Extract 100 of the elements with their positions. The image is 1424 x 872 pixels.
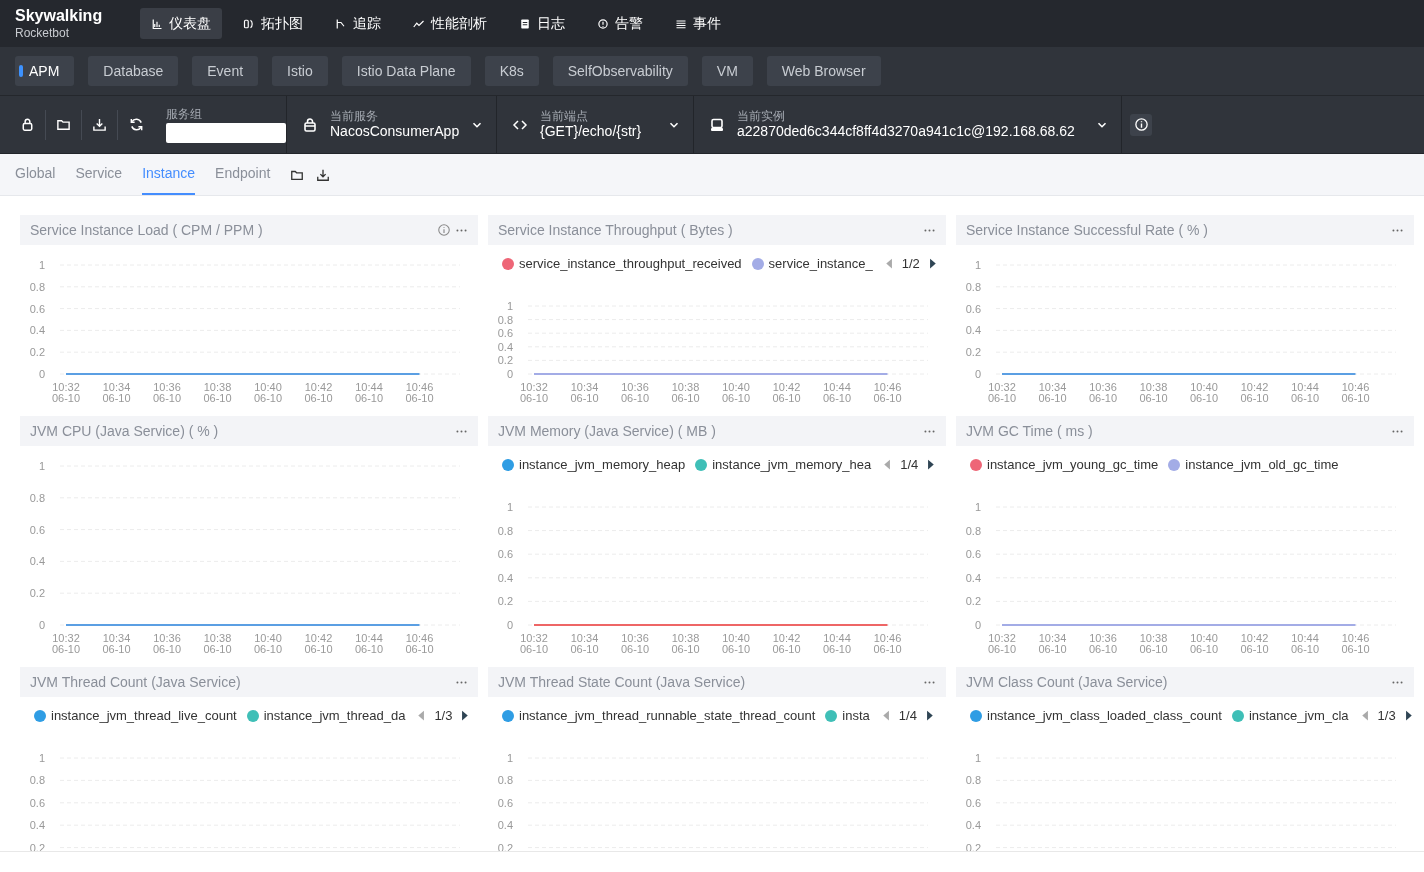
y-tick-label: 1 <box>506 752 513 764</box>
x-tick-label: 10:40 06-10 <box>1189 381 1219 404</box>
alert-icon <box>597 17 609 30</box>
y-tick-label: 0.6 <box>29 796 45 809</box>
x-tick-label: 10:38 06-10 <box>1139 632 1168 655</box>
x-tick-label: 10:42 06-10 <box>304 381 333 404</box>
y-tick-label: 0.6 <box>497 548 513 561</box>
selector-label: 服务组 <box>166 106 203 121</box>
nav-item[interactable]: 日志 <box>508 8 576 39</box>
y-tick-label: 0.6 <box>965 548 981 561</box>
y-tick-label: 0.8 <box>497 524 513 537</box>
x-tick-label: 10:38 06-10 <box>1139 381 1168 404</box>
y-tick-label: 1 <box>974 501 981 513</box>
info-button[interactable] <box>1130 113 1152 136</box>
info-icon[interactable] <box>437 223 451 237</box>
x-tick-label: 10:34 06-10 <box>1038 381 1067 404</box>
selector-value: a22870ded6c344cf8ff4d3270a941c1c@192.168.68.62 <box>737 123 1076 140</box>
x-tick-label: 10:44 06-10 <box>354 381 384 404</box>
brand-subtitle: Rocketbot <box>15 27 71 39</box>
layer-tab[interactable]: Event <box>192 56 259 86</box>
x-tick-label: 10:40 06-10 <box>721 632 751 655</box>
y-tick-label: 0.8 <box>29 280 45 293</box>
x-tick-label: 10:46 06-10 <box>405 632 434 655</box>
y-tick-label: 0.4 <box>497 340 513 353</box>
x-tick-label: 10:36 06-10 <box>152 632 182 655</box>
trace-icon <box>335 17 347 30</box>
page-indicator: 1/3 <box>1377 706 1396 725</box>
y-tick-label: 0 <box>38 368 45 380</box>
y-tick-label: 1 <box>38 460 45 472</box>
y-tick-label: 0 <box>38 619 45 631</box>
y-tick-label: 0 <box>974 619 981 631</box>
y-tick-label: 0.2 <box>497 841 513 851</box>
y-tick-label: 0.2 <box>29 841 45 851</box>
y-tick-label: 0.8 <box>965 280 981 293</box>
legend-label: instance_jvm_thread_da <box>263 706 406 725</box>
y-tick-label: 0.2 <box>29 587 45 600</box>
layer-tab[interactable]: K8s <box>484 56 539 86</box>
folder-icon[interactable] <box>56 117 71 132</box>
y-tick-label: 0.2 <box>965 841 981 851</box>
bag-icon <box>302 116 318 133</box>
y-tick-label: 0.6 <box>29 302 45 315</box>
y-tick-label: 0.4 <box>965 324 981 337</box>
layer-tab[interactable]: Web Browser <box>766 56 881 86</box>
selector-value: {GET}/echo/{str} <box>540 123 643 140</box>
page-indicator: 1/3 <box>434 706 453 725</box>
x-tick-label: 10:34 06-10 <box>1038 632 1067 655</box>
y-tick-label: 0.8 <box>29 491 45 504</box>
refresh-icon[interactable] <box>128 117 144 132</box>
panel-title: Service Instance Successful Rate ( % ) <box>966 220 1209 240</box>
x-tick-label: 10:32 06-10 <box>519 632 549 655</box>
y-tick-label: 0.8 <box>965 524 981 537</box>
legend-label: instance_jvm_young_gc_time <box>987 455 1159 474</box>
y-tick-label: 0.2 <box>497 354 513 367</box>
nav-item[interactable]: 事件 <box>664 8 732 39</box>
y-tick-label: 0.2 <box>965 346 981 359</box>
y-tick-label: 0.4 <box>29 555 45 568</box>
y-tick-label: 0.2 <box>965 595 981 608</box>
layer-tab[interactable]: SelfObservability <box>552 56 688 86</box>
layer-tab[interactable]: APM <box>15 56 75 86</box>
brand-name: Skywalking <box>15 8 104 24</box>
y-tick-label: 0.8 <box>497 774 513 787</box>
lock-icon[interactable] <box>20 117 35 132</box>
layer-tab[interactable]: VM <box>701 56 753 86</box>
panel-title: JVM CPU (Java Service) ( % ) <box>30 421 220 441</box>
layer-tab[interactable]: Database <box>88 56 179 86</box>
panel-title: JVM Memory (Java Service) ( MB ) <box>498 421 717 441</box>
x-tick-label: 10:38 06-10 <box>671 632 700 655</box>
x-tick-label: 10:40 06-10 <box>721 381 751 404</box>
download-icon[interactable] <box>316 167 331 182</box>
topology-icon <box>243 17 255 30</box>
nav-item[interactable]: 告警 <box>586 8 654 39</box>
x-tick-label: 10:44 06-10 <box>1290 381 1320 404</box>
x-tick-label: 10:32 06-10 <box>51 632 81 655</box>
x-tick-label: 10:42 06-10 <box>304 632 333 655</box>
legend-label: instance_jvm_memory_hea <box>712 455 872 474</box>
panel-title: Service Instance Load ( CPM / PPM ) <box>30 220 264 240</box>
x-tick-label: 10:44 06-10 <box>1290 632 1320 655</box>
selector-label: 当前实例 <box>737 109 786 123</box>
layer-tab[interactable]: Istio Data Plane <box>341 56 471 86</box>
legend-label: instance_jvm_thread_live_count <box>51 706 237 725</box>
page-indicator: 1/4 <box>900 455 919 474</box>
y-tick-label: 0.6 <box>497 327 513 340</box>
x-tick-label: 10:36 06-10 <box>152 381 182 404</box>
x-tick-label: 10:40 06-10 <box>253 632 283 655</box>
y-tick-label: 0.4 <box>29 819 45 832</box>
x-tick-label: 10:42 06-10 <box>772 632 801 655</box>
y-tick-label: 1 <box>38 259 45 271</box>
nav-item[interactable]: 仪表盘 <box>140 8 222 39</box>
layer-tab[interactable]: Istio <box>272 56 328 86</box>
legend-label: instance_jvm_memory_heap <box>519 455 686 474</box>
nav-item[interactable]: 拓扑图 <box>232 8 314 39</box>
group-input[interactable] <box>166 122 286 143</box>
y-tick-label: 0.4 <box>497 819 513 832</box>
nav-item[interactable]: 性能剖析 <box>402 8 498 39</box>
y-tick-label: 0 <box>506 368 513 380</box>
x-tick-label: 10:40 06-10 <box>1189 632 1219 655</box>
nav-item[interactable]: 追踪 <box>324 8 392 39</box>
legend-label: insta <box>842 706 870 725</box>
panel-title: JVM Class Count (Java Service) <box>966 672 1169 692</box>
y-tick-label: 0.6 <box>29 523 45 536</box>
